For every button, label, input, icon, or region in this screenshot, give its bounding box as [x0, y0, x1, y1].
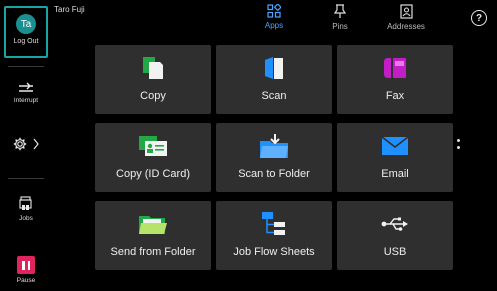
app-label: Scan to Folder: [238, 168, 310, 180]
tab-apps[interactable]: Apps: [244, 4, 304, 30]
logout-button[interactable]: Ta Log Out: [4, 6, 48, 58]
email-icon: [381, 136, 409, 155]
pin-icon: [334, 4, 346, 18]
rail-divider: [8, 66, 44, 67]
top-navigation: Apps Pins Addresses ?: [52, 0, 497, 42]
pause-button[interactable]: Pause: [0, 256, 52, 284]
app-label: Fax: [385, 90, 405, 102]
app-tile-copy[interactable]: Copy: [95, 45, 211, 114]
user-avatar: Ta: [16, 14, 36, 34]
rail-divider: [8, 178, 44, 179]
fax-icon: [384, 58, 406, 78]
left-rail: Ta Log Out Interrupt Jobs Pause: [0, 0, 52, 291]
jobs-icon: [19, 196, 32, 210]
logout-label: Log Out: [13, 38, 39, 45]
app-tile-job-flow-sheets[interactable]: Job Flow Sheets: [216, 201, 332, 270]
page-indicator-dot[interactable]: [457, 146, 460, 149]
pause-icon: [17, 256, 35, 274]
app-label: Email: [381, 168, 409, 180]
app-tile-email[interactable]: Email: [337, 123, 453, 192]
usb-icon: [381, 217, 408, 231]
interrupt-label: Interrupt: [13, 97, 39, 104]
app-tile-send-from-folder[interactable]: Send from Folder: [95, 201, 211, 270]
page-indicator-dot[interactable]: [457, 139, 460, 142]
job-flow-icon: [262, 212, 285, 235]
apps-grid-icon: [267, 4, 281, 18]
scan-to-folder-icon: [260, 134, 288, 158]
tab-addresses-label: Addresses: [387, 22, 425, 31]
jobs-label: Jobs: [19, 215, 33, 222]
app-label: Send from Folder: [110, 246, 196, 258]
copy-icon: [143, 57, 163, 79]
chevron-right-icon: [33, 138, 39, 150]
tab-apps-label: Apps: [264, 21, 284, 30]
app-label: Copy (ID Card): [116, 168, 190, 180]
tab-pins-label: Pins: [332, 22, 348, 31]
scan-icon: [265, 57, 283, 79]
interrupt-icon: [19, 82, 33, 92]
app-tile-fax[interactable]: Fax: [337, 45, 453, 114]
app-label: Job Flow Sheets: [233, 246, 315, 258]
pause-label: Pause: [16, 277, 36, 284]
help-button[interactable]: ?: [471, 10, 487, 26]
app-label: Scan: [261, 90, 287, 102]
app-label: Copy: [140, 90, 166, 102]
folder-icon: [139, 216, 167, 234]
id-card-icon: [139, 136, 167, 156]
app-tile-scan[interactable]: Scan: [216, 45, 332, 114]
app-tile-copy-id-card[interactable]: Copy (ID Card): [95, 123, 211, 192]
address-book-icon: [399, 4, 413, 19]
app-tile-scan-to-folder[interactable]: Scan to Folder: [216, 123, 332, 192]
gear-icon: [13, 137, 27, 151]
interrupt-button[interactable]: Interrupt: [0, 82, 52, 104]
app-tile-usb[interactable]: USB: [337, 201, 453, 270]
tab-pins[interactable]: Pins: [310, 4, 370, 31]
app-label: USB: [383, 246, 407, 258]
settings-button[interactable]: [0, 137, 52, 151]
tab-addresses[interactable]: Addresses: [376, 4, 436, 31]
jobs-button[interactable]: Jobs: [0, 196, 52, 222]
